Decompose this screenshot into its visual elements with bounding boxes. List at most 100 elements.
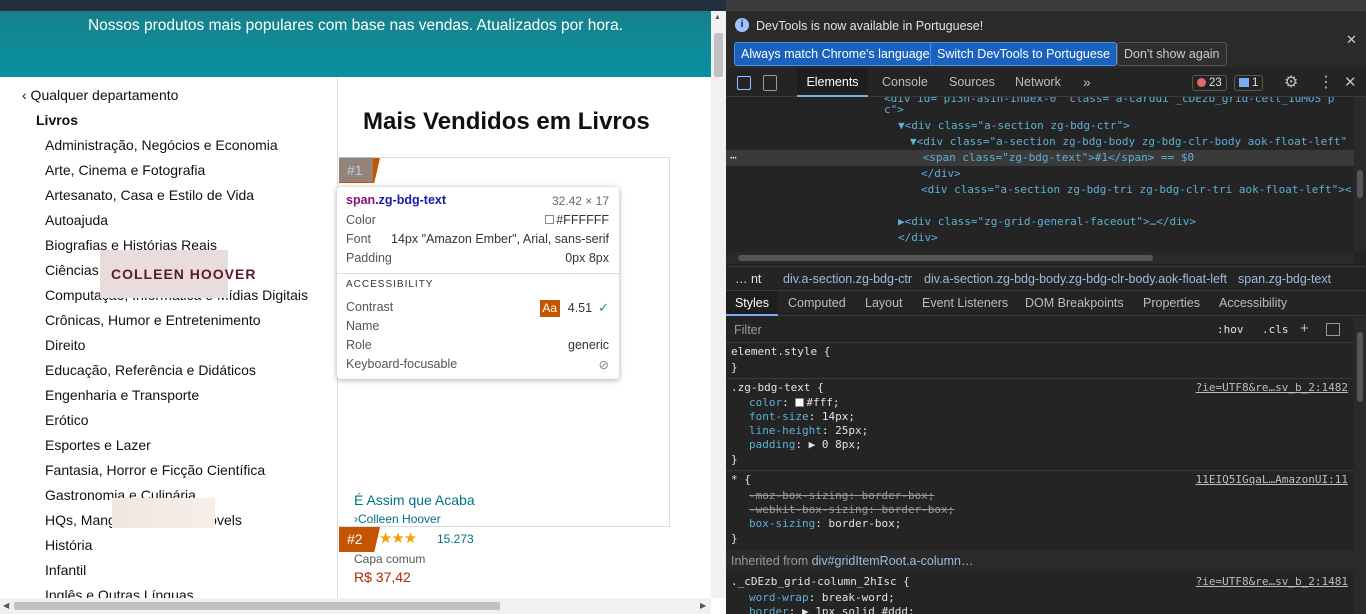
subtab-styles[interactable]: Styles (726, 291, 778, 316)
filter-input[interactable]: Filter (734, 323, 762, 337)
dom-node[interactable]: ▼<div class="a-section zg-bdg-ctr"> (898, 118, 1130, 134)
breadcrumb: … nt div.a-section.zg-bdg-ctr div.a-sect… (726, 266, 1366, 290)
dom-node-text: c"> (884, 103, 904, 116)
scroll-left-arrow-icon[interactable]: ◀ (3, 601, 9, 610)
dom-node[interactable]: <div id="p13n-asin-index-0" class="a-car… (884, 97, 1334, 107)
scrollbar-thumb[interactable] (738, 255, 1153, 261)
property-value: 14px; (821, 410, 855, 423)
page-vertical-scrollbar[interactable]: ▲ (711, 11, 726, 598)
inspect-element-icon[interactable] (737, 76, 751, 90)
breadcrumb-item[interactable]: span.zg-bdg-text (1238, 267, 1331, 290)
dom-node[interactable]: <div class="a-section zg-bdg-tri zg-bdg-… (921, 182, 1351, 198)
dom-node[interactable]: ▶<div class="zg-grid-general-faceout">…<… (898, 214, 1196, 230)
subtab-accessibility[interactable]: Accessibility (1219, 291, 1287, 316)
category-link[interactable]: Infantil (45, 562, 308, 587)
dom-tree: <div id="p13n-asin-index-0" class="a-car… (726, 97, 1366, 252)
dom-node[interactable]: </div> (921, 166, 961, 182)
close-icon[interactable]: ✕ (1346, 32, 1357, 48)
page-horizontal-scrollbar[interactable]: ◀ ▶ (0, 598, 711, 614)
tab-console[interactable]: Console (882, 68, 928, 97)
style-declaration[interactable]: border: ▶ 1px solid #ddd; (749, 605, 915, 614)
selector-tag: span (346, 193, 376, 207)
dom-node-selected[interactable]: ⋯ <span class="zg-bdg-text">#1</span> == … (726, 150, 1354, 166)
dom-vertical-scrollbar[interactable] (1354, 97, 1366, 252)
property-name: color (749, 396, 783, 409)
subtab-dom-breakpoints[interactable]: DOM Breakpoints (1025, 291, 1124, 316)
close-devtools-icon[interactable]: ✕ (1344, 73, 1357, 91)
product-author-link[interactable]: ›Colleen Hoover (354, 512, 441, 526)
subtab-event-listeners[interactable]: Event Listeners (922, 291, 1008, 316)
category-link[interactable]: História (45, 537, 308, 562)
more-tabs-icon[interactable]: » (1083, 68, 1091, 97)
category-link[interactable]: Arte, Cinema e Fotografia (45, 162, 308, 187)
style-declaration[interactable]: font-size: 14px; (749, 410, 855, 424)
style-declaration[interactable]: box-sizing: border-box; (749, 517, 901, 531)
style-declaration-overridden[interactable]: -moz-box-sizing: border-box; (749, 489, 934, 503)
any-department-link[interactable]: ‹ Qualquer departamento (22, 87, 178, 103)
subtab-properties[interactable]: Properties (1143, 291, 1200, 316)
more-options-icon[interactable]: ⋮ (1318, 72, 1334, 92)
messages-badge[interactable]: 1 (1234, 75, 1264, 91)
settings-gear-icon[interactable]: ⚙ (1284, 72, 1298, 92)
match-language-button[interactable]: Always match Chrome's language (734, 42, 937, 66)
category-link[interactable]: Administração, Negócios e Economia (45, 137, 308, 162)
book-cover-author: COLLEEN HOOVER (111, 266, 257, 282)
dom-node[interactable]: ▼<div class="a-section zg-bdg-body zg-bd… (910, 134, 1347, 150)
contrast-aa-icon: Aa (539, 300, 560, 317)
scrollbar-thumb[interactable] (14, 602, 500, 610)
rule-selector: ._cDEzb_grid-column_2hIsc { (731, 575, 910, 589)
styles-vertical-scrollbar[interactable] (1354, 317, 1366, 614)
scrollbar-thumb[interactable] (714, 33, 723, 77)
scrollbar-thumb[interactable] (1357, 170, 1363, 198)
category-link[interactable]: Fantasia, Horror e Ficção Científica (45, 462, 308, 487)
dont-show-again-button[interactable]: Don't show again (1117, 42, 1227, 66)
style-declaration[interactable]: word-wrap: break-word; (749, 591, 895, 605)
inherited-element-link[interactable]: div#gridItemRoot.a-column… (812, 554, 974, 568)
rule-source-link[interactable]: 11EIQ5IGqaL…AmazonUI:11 (1196, 473, 1348, 486)
category-link[interactable]: Erótico (45, 412, 308, 437)
style-declaration[interactable]: padding: ▶ 0 8px; (749, 438, 862, 452)
tab-network[interactable]: Network (1015, 68, 1061, 97)
category-link[interactable]: Crônicas, Humor e Entretenimento (45, 312, 308, 337)
scrollbar-thumb[interactable] (1357, 332, 1363, 402)
category-link[interactable]: Artesanato, Casa e Estilo de Vida (45, 187, 308, 212)
toggle-sidebar-icon[interactable] (1326, 323, 1340, 336)
breadcrumb-item[interactable]: … nt (735, 267, 761, 290)
category-link[interactable]: Esportes e Lazer (45, 437, 308, 462)
ellipsis-icon[interactable]: ⋯ (726, 151, 737, 164)
switch-language-button[interactable]: Switch DevTools to Portuguese (930, 42, 1118, 66)
subtab-computed[interactable]: Computed (788, 291, 846, 316)
category-link[interactable]: Autoajuda (45, 212, 308, 237)
style-declaration[interactable]: line-height: 25px; (749, 424, 868, 438)
message-count: 1 (1252, 77, 1259, 89)
subtab-layout[interactable]: Layout (865, 291, 903, 316)
errors-badge[interactable]: 23 (1192, 75, 1227, 91)
scroll-up-arrow-icon[interactable]: ▲ (714, 14, 721, 21)
style-declaration[interactable]: color: #fff; (749, 396, 840, 410)
rule-source-link[interactable]: ?ie=UTF8&re…sv_b_2:1482 (1196, 381, 1348, 394)
rule-source-link[interactable]: ?ie=UTF8&re…sv_b_2:1481 (1196, 575, 1348, 588)
class-toggle[interactable]: .cls (1262, 323, 1289, 336)
banner-text: Nossos produtos mais populares com base … (87, 17, 624, 34)
book-cover-image[interactable] (112, 498, 215, 528)
product-title-link[interactable]: É Assim que Acaba (354, 492, 475, 508)
category-link[interactable]: Educação, Referência e Didáticos (45, 362, 308, 387)
scroll-right-arrow-icon[interactable]: ▶ (700, 601, 706, 610)
dom-node[interactable]: </div> (898, 230, 938, 246)
product-author: Colleen Hoover (358, 512, 441, 526)
web-page: Nossos produtos mais populares com base … (0, 0, 726, 614)
tab-elements[interactable]: Elements (797, 68, 868, 97)
color-swatch-icon[interactable] (795, 398, 805, 407)
tooltip-row-name: Name (346, 319, 609, 335)
breadcrumb-item[interactable]: div.a-section.zg-bdg-body.zg-bdg-clr-bod… (924, 267, 1227, 290)
dom-horizontal-scrollbar[interactable] (726, 252, 1354, 264)
dom-node[interactable]: c"> (884, 102, 904, 118)
hover-state-toggle[interactable]: :hov (1217, 323, 1244, 336)
device-toolbar-icon[interactable] (763, 75, 777, 91)
tab-sources[interactable]: Sources (949, 68, 995, 97)
category-link[interactable]: Engenharia e Transporte (45, 387, 308, 412)
new-rule-plus-icon[interactable]: + (1300, 320, 1309, 337)
style-declaration-overridden[interactable]: -webkit-box-sizing: border-box; (749, 503, 954, 517)
category-link[interactable]: Direito (45, 337, 308, 362)
breadcrumb-item[interactable]: div.a-section.zg-bdg-ctr (783, 267, 912, 290)
